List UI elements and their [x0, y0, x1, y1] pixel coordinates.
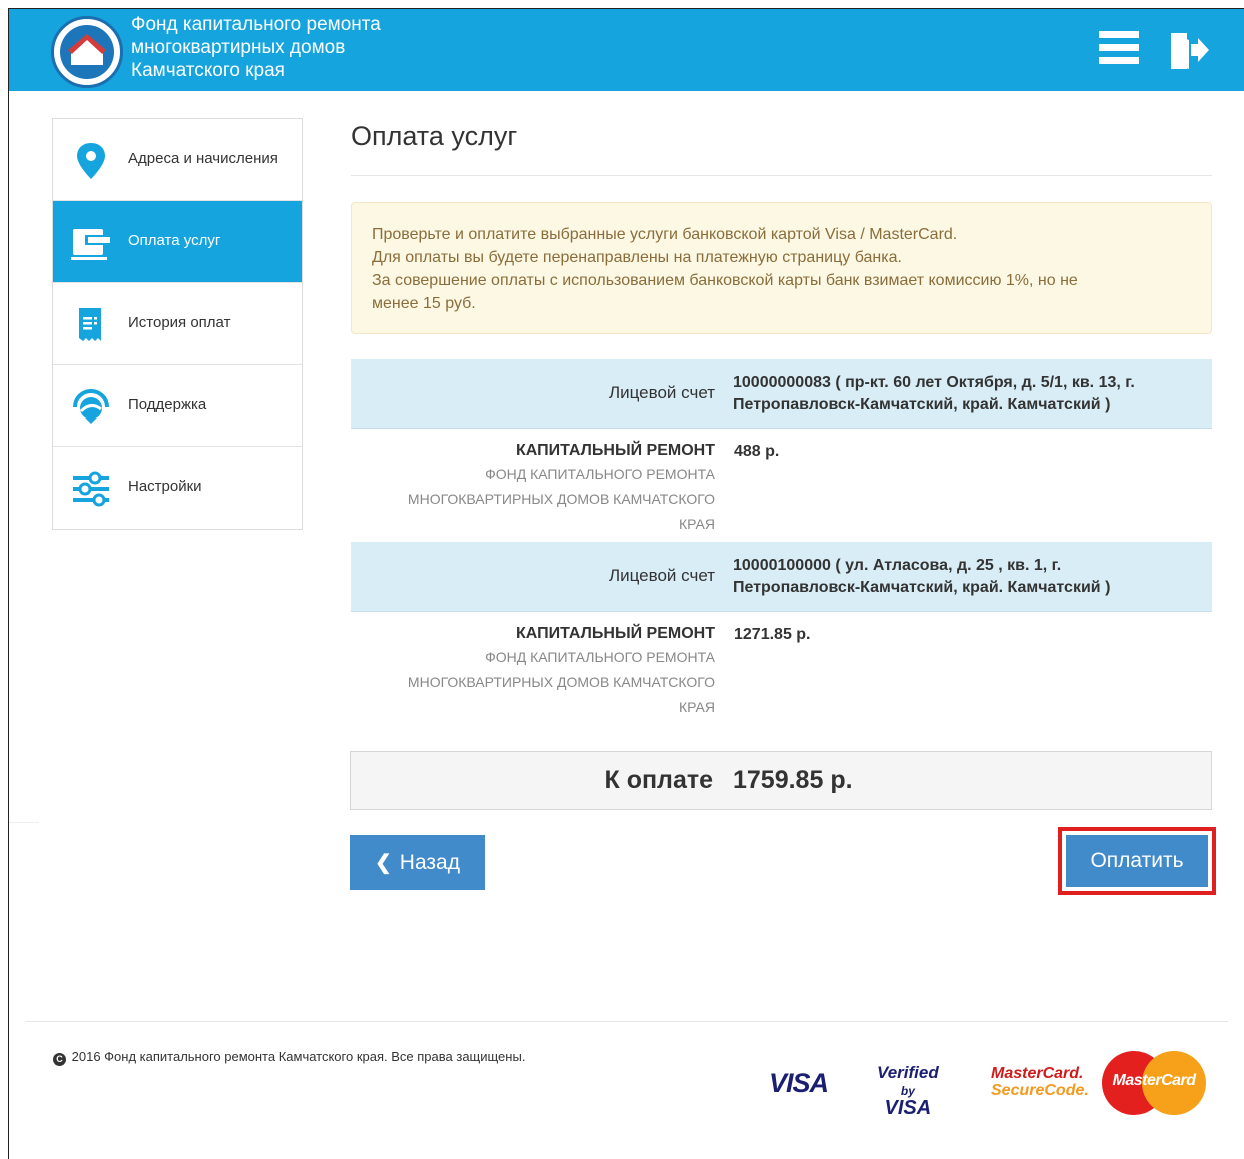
account-row: Лицевой счет 10000000083 ( пр-кт. 60 лет…	[351, 359, 1212, 429]
total-value: 1759.85 р.	[733, 766, 853, 794]
vbv-by: by	[900, 1084, 915, 1098]
copyright: C 2016 Фонд капитального ремонта Камчатс…	[53, 1049, 525, 1066]
top-header: Фонд капитального ремонта многоквартирны…	[9, 9, 1244, 91]
service-name: КАПИТАЛЬНЫЙ РЕМОНТ	[516, 625, 715, 642]
sidebar-item-label: Адреса и начисления	[128, 150, 278, 167]
msc-line-2: SecureCode.	[991, 1082, 1089, 1099]
service-org-line-2: МНОГОКВАРТИРНЫХ ДОМОВ КАМЧАТСКОГО	[407, 674, 715, 690]
visa-logo: VISA	[769, 1068, 829, 1098]
sidebar-item-label: Настройки	[128, 478, 202, 495]
service-info: КАПИТАЛЬНЫЙ РЕМОНТ ФОНД КАПИТАЛЬНОГО РЕМ…	[355, 442, 715, 537]
sidebar-item-label: История оплат	[128, 314, 231, 331]
org-name-line-1: Фонд капитального ремонта	[131, 14, 381, 35]
account-value: 10000100000 ( ул. Атласова, д. 25 , кв. …	[733, 555, 1110, 599]
service-row: КАПИТАЛЬНЫЙ РЕМОНТ ФОНД КАПИТАЛЬНОГО РЕМ…	[351, 430, 1212, 540]
account-address-line-1: 10000100000 ( ул. Атласова, д. 25 , кв. …	[733, 557, 1062, 574]
account-label: Лицевой счет	[608, 383, 715, 402]
sliders-icon	[71, 469, 111, 509]
wallet-icon	[71, 223, 111, 263]
account-address-line-2: Петропавловск-Камчатский, край. Камчатск…	[733, 396, 1111, 413]
chevron-left-icon: ❮	[375, 852, 392, 874]
service-info: КАПИТАЛЬНЫЙ РЕМОНТ ФОНД КАПИТАЛЬНОГО РЕМ…	[355, 625, 715, 720]
pay-button-highlight: Оплатить	[1058, 827, 1216, 895]
logout-icon[interactable]	[1169, 31, 1209, 76]
service-amount: 488 р.	[734, 443, 780, 460]
sidebar-item-support[interactable]: Поддержка	[53, 365, 302, 447]
title-divider	[351, 175, 1212, 176]
org-name-line-2: многоквартирных домов	[131, 37, 346, 58]
alert-line-4: менее 15 руб.	[372, 295, 476, 312]
mastercard-text: MasterCard	[1112, 1072, 1196, 1089]
org-name-line-3: Камчатского края	[131, 60, 285, 81]
payment-info-alert: Проверьте и оплатите выбранные услуги ба…	[351, 202, 1212, 334]
back-button[interactable]: ❮ Назад	[350, 835, 485, 890]
vbv-visa: VISA	[884, 1097, 932, 1119]
sidebar-item-label: Оплата услуг	[128, 232, 221, 249]
hamburger-menu-icon[interactable]	[1099, 31, 1139, 67]
mastercard-securecode-logo: MasterCard. SecureCode.	[991, 1065, 1089, 1099]
alert-line-1: Проверьте и оплатите выбранные услуги ба…	[372, 226, 958, 243]
service-org-line-3: КРАЯ	[678, 699, 715, 715]
sidebar-item-payment[interactable]: Оплата услуг	[53, 201, 302, 283]
account-value: 10000000083 ( пр-кт. 60 лет Октября, д. …	[733, 372, 1135, 416]
msc-line-1: MasterCard.	[991, 1065, 1084, 1082]
service-org: ФОНД КАПИТАЛЬНОГО РЕМОНТА МНОГОКВАРТИРНЫ…	[355, 462, 715, 537]
service-org-line-3: КРАЯ	[678, 516, 715, 532]
copyright-icon: C	[53, 1053, 66, 1066]
account-label: Лицевой счет	[608, 566, 715, 585]
pay-button[interactable]: Оплатить	[1066, 835, 1208, 887]
verified-by-visa-logo: Verified by VISA	[877, 1063, 939, 1119]
alert-line-3: За совершение оплаты с использованием ба…	[372, 272, 1078, 289]
account-address-line-1: 10000000083 ( пр-кт. 60 лет Октября, д. …	[733, 374, 1135, 391]
receipt-icon	[71, 305, 111, 345]
vbv-verified: Verified	[877, 1063, 939, 1082]
fund-logo[interactable]	[51, 16, 123, 88]
sidebar-item-addresses[interactable]: Адреса и начисления	[53, 119, 302, 201]
back-button-label: Назад	[399, 850, 460, 874]
copyright-text: 2016 Фонд капитального ремонта Камчатско…	[71, 1049, 526, 1064]
app-frame: Фонд капитального ремонта многоквартирны…	[8, 8, 1244, 1159]
service-name: КАПИТАЛЬНЫЙ РЕМОНТ	[516, 442, 715, 459]
footer-divider	[26, 1021, 1228, 1022]
service-row: КАПИТАЛЬНЫЙ РЕМОНТ ФОНД КАПИТАЛЬНОГО РЕМ…	[351, 613, 1212, 723]
page-title: Оплата услуг	[351, 121, 518, 151]
total-box: К оплате 1759.85 р.	[350, 751, 1212, 810]
sidebar-nav: Адреса и начисления Оплата услуг История…	[52, 118, 303, 530]
account-address-line-2: Петропавловск-Камчатский, край. Камчатск…	[733, 579, 1111, 596]
org-name[interactable]: Фонд капитального ремонта многоквартирны…	[131, 13, 381, 82]
support-headset-icon	[71, 387, 111, 427]
service-org-line-1: ФОНД КАПИТАЛЬНОГО РЕМОНТА	[485, 649, 715, 665]
sidebar-item-settings[interactable]: Настройки	[53, 447, 302, 529]
service-org: ФОНД КАПИТАЛЬНОГО РЕМОНТА МНОГОКВАРТИРНЫ…	[355, 645, 715, 720]
alert-line-2: Для оплаты вы будете перенаправлены на п…	[372, 249, 902, 266]
account-row: Лицевой счет 10000100000 ( ул. Атласова,…	[351, 542, 1212, 612]
service-org-line-1: ФОНД КАПИТАЛЬНОГО РЕМОНТА	[485, 466, 715, 482]
divider	[9, 822, 39, 823]
mastercard-logo: MasterCard	[1102, 1051, 1206, 1115]
sidebar-item-history[interactable]: История оплат	[53, 283, 302, 365]
total-label: К оплате	[604, 766, 713, 794]
service-org-line-2: МНОГОКВАРТИРНЫХ ДОМОВ КАМЧАТСКОГО	[407, 491, 715, 507]
service-amount: 1271.85 р.	[734, 626, 811, 643]
map-marker-icon	[71, 141, 111, 181]
sidebar-item-label: Поддержка	[128, 396, 207, 413]
